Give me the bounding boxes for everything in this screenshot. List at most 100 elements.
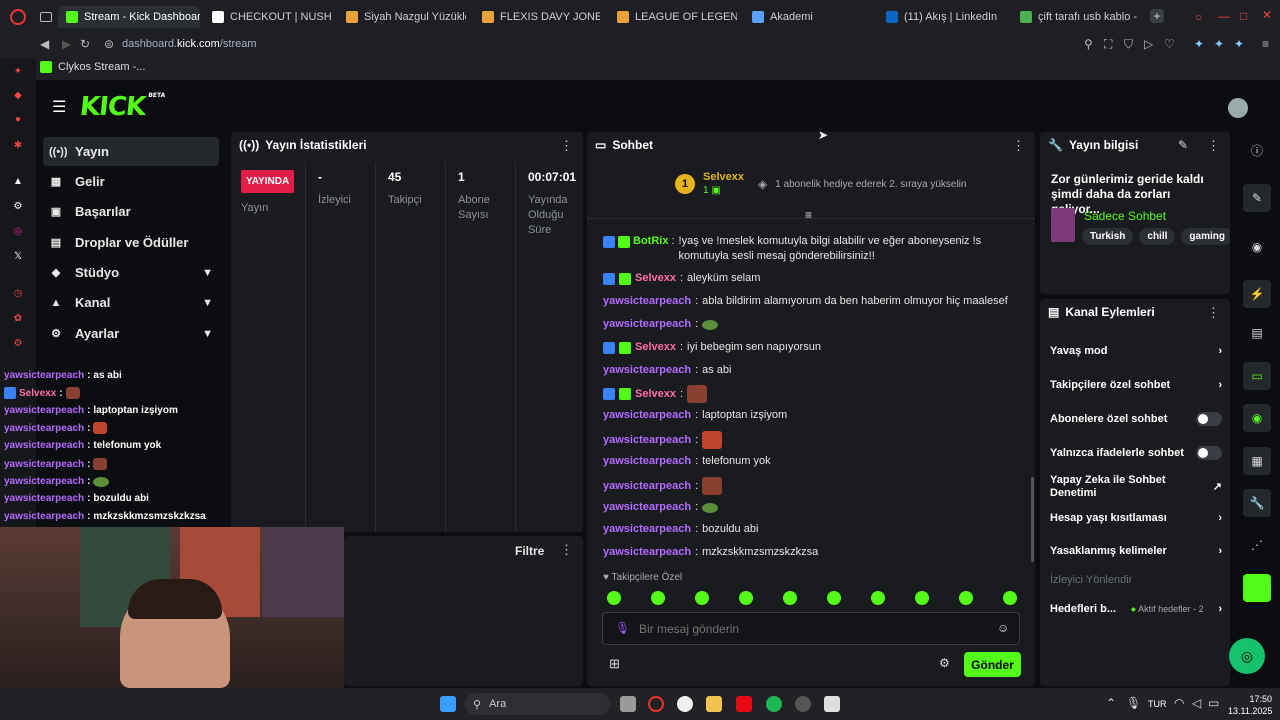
app-icon[interactable]: ◆ [11,88,25,102]
toggle-switch[interactable] [1196,446,1222,460]
chat-scrollbar[interactable] [1031,477,1034,562]
sidebar-item-yayin[interactable]: ((•)) Yayın [43,137,219,166]
filter-label[interactable]: Filtre [515,544,544,558]
instagram-icon[interactable]: ◎ [11,224,25,238]
chat-username[interactable]: yawsictearpeach [603,479,691,494]
chat-username[interactable]: Selvexx [635,340,676,355]
tab-checkout[interactable]: CHECKOUT | NUSHİ [212,6,332,28]
sidebar-item-basarilar[interactable]: ▣ Başarılar [43,197,219,226]
history-icon[interactable]: ◷ [11,286,25,300]
emote-icon[interactable] [739,591,753,605]
chat-username[interactable]: yawsictearpeach [603,294,691,309]
chat-username[interactable]: yawsictearpeach [603,433,691,448]
info-icon[interactable]: ⓘ [1250,142,1264,158]
tag[interactable]: gaming [1181,228,1230,245]
send-button[interactable]: Gönder [964,652,1021,677]
aria-icon[interactable]: ▲ [11,174,25,188]
chat-username[interactable]: yawsictearpeach [603,522,691,537]
search-tabs-icon[interactable]: ○ [1195,10,1202,24]
wifi-icon[interactable]: ◠ [1174,696,1184,710]
chatgpt-taskbar-icon[interactable] [677,696,693,712]
action-slow-mode[interactable]: Yavaş mod › [1050,345,1222,358]
avatar[interactable] [1228,98,1248,118]
more-options-icon[interactable]: ⋮ [1012,138,1025,154]
share-icon[interactable]: ⋰ [1250,538,1264,552]
menu-icon[interactable]: ≡ [1262,37,1269,51]
broadcast-icon[interactable]: ◉ [1243,404,1271,432]
emote-icon[interactable] [695,591,709,605]
action-subscribers-only[interactable]: Abonelere özel sohbet [1050,412,1222,426]
app-icon[interactable]: ● [11,112,25,126]
action-emotes-only[interactable]: Yalnızca ifadelerle sohbet [1050,446,1222,460]
action-followers-only[interactable]: Takipçilere özel sohbet › [1050,379,1222,392]
x-icon[interactable]: 𝕏 [11,249,25,263]
extension-icon[interactable]: ✦ [1234,37,1244,51]
system-tray-chevron-icon[interactable]: ⌃ [1106,696,1116,710]
sidebar-item-studyo[interactable]: ◆ Stüdyo ▼ [43,258,219,287]
action-ai-moderation[interactable]: Yapay Zeka ile Sohbet Denetimi ↗ [1050,474,1222,500]
emote-icon[interactable] [915,591,929,605]
emote-picker-row[interactable] [607,591,1017,605]
kick-logo[interactable]: KICKBETA [78,92,165,122]
microphone-icon[interactable]: 🎙 [615,621,630,635]
microphone-tray-icon[interactable]: 🎙 [1126,696,1141,710]
opera-logo-icon[interactable] [10,9,26,25]
document-icon[interactable]: ▤ [1250,326,1264,340]
more-options-icon[interactable]: ⋮ [560,542,573,558]
extension-icon[interactable]: ✦ [1194,37,1204,51]
volume-icon[interactable]: ◁ [1192,696,1201,710]
edit-icon[interactable]: ✎ [1178,138,1188,152]
emoji-icon[interactable]: ☺ [997,621,1009,635]
snapshot-icon[interactable]: ⛶ [1104,37,1112,52]
gifter-leaderboard[interactable]: 1 Selvexx 1 ▣ ◈ 1 abonelik hediye ederek … [675,170,966,198]
tab-kick-dashboard[interactable]: Stream - Kick Dashboard [58,6,200,28]
send-icon[interactable]: ▷ [1144,37,1153,51]
chat-username[interactable]: yawsictearpeach [603,545,691,560]
settings-icon[interactable]: ⚙ [11,336,25,350]
chatgpt-icon[interactable]: ⚙ [11,199,25,213]
chat-bubble-icon[interactable]: ▭ [1243,362,1271,390]
action-banned-words[interactable]: Yasaklanmış kelimeler › [1050,545,1222,558]
more-options-icon[interactable]: ⋮ [1207,305,1220,321]
tag[interactable]: chill [1139,228,1176,245]
chat-username[interactable]: Selvexx [635,271,676,286]
maximize-icon[interactable]: □ [1240,9,1247,23]
tab-lol[interactable]: LEAGUE OF LEGENDS [617,6,737,28]
tab-flexis[interactable]: FLEXIS DAVY JONES K [482,6,600,28]
toggle-switch[interactable] [1196,412,1222,426]
pencil-icon[interactable]: ✎ [1243,184,1271,212]
emote-icon[interactable] [871,591,885,605]
emote-icon[interactable] [783,591,797,605]
minimize-icon[interactable]: — [1218,9,1230,23]
back-icon[interactable]: ◀ [40,37,49,51]
category-name[interactable]: Sadece Sohbet [1084,209,1166,223]
opera-taskbar-icon[interactable] [648,696,664,712]
store-taskbar-icon[interactable] [824,696,840,712]
pin-icon[interactable]: ⚲ [1084,37,1093,51]
url-field[interactable]: dashboard.kick.com/stream [122,38,257,50]
close-icon[interactable]: ✕ [1262,8,1272,22]
emote-icon[interactable] [1003,591,1017,605]
chat-message-input[interactable] [639,620,979,638]
action-account-age[interactable]: Hesap yaşı kısıtlaması › [1050,512,1222,525]
tab-google[interactable]: çift tarafı usb kablo - G [1020,6,1138,28]
chat-username[interactable]: yawsictearpeach [603,317,691,332]
tab-nazgul[interactable]: Siyah Nazgul Yüzükleri [346,6,466,28]
layout-icon[interactable]: ▦ [1243,447,1271,475]
camera-icon[interactable]: ◉ [1250,240,1264,254]
store-icon[interactable]: ⊞ [609,656,620,672]
action-goals[interactable]: Hedefleri b... ● Aktif hedefler - 2 › [1050,603,1222,616]
more-options-icon[interactable]: ⋮ [1207,138,1220,154]
emote-icon[interactable] [959,591,973,605]
windows-start-icon[interactable] [440,696,456,712]
netflix-icon[interactable] [736,696,752,712]
help-chat-button[interactable]: ◎ [1229,638,1265,674]
sidebar-item-gelir[interactable]: ▦ Gelir [43,167,219,196]
emote-icon[interactable] [651,591,665,605]
reload-icon[interactable]: ↻ [80,37,90,51]
battery-icon[interactable]: ▭ [1208,696,1219,710]
chat-username[interactable]: yawsictearpeach [603,500,691,515]
clock[interactable]: 17:50 13.11.2025 [1228,693,1272,717]
tab-akademi[interactable]: Akademi [752,6,862,28]
app-icon[interactable]: ✦ [11,64,25,78]
